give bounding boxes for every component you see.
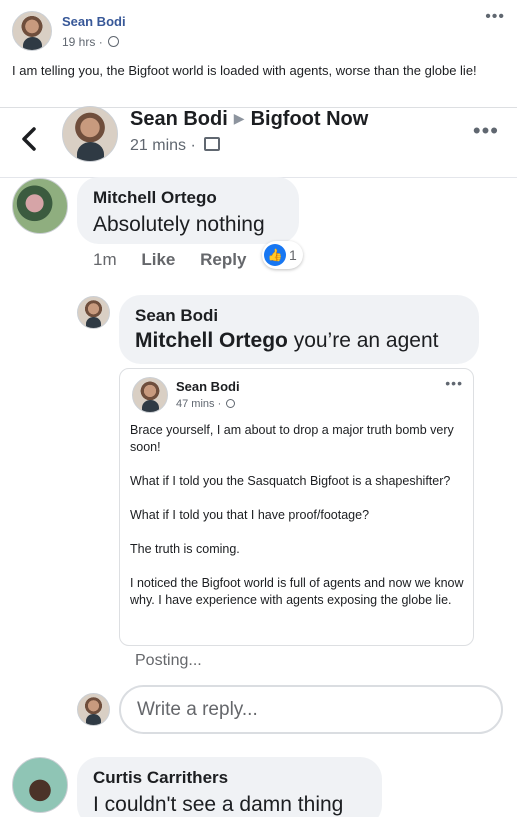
- comment-bubble: Curtis Carrithers I couldn't see a damn …: [77, 757, 382, 817]
- more-options-icon[interactable]: •••: [485, 8, 505, 26]
- shared-post-time[interactable]: 47 mins: [176, 398, 215, 410]
- triangle-right-icon: ▶: [233, 110, 245, 126]
- shared-post-meta: 47 mins ·: [176, 398, 236, 410]
- shared-post-avatar[interactable]: [132, 377, 168, 413]
- outer-post: Sean Bodi 19 hrs · ••• I am telling you,…: [0, 0, 517, 108]
- header-group[interactable]: Bigfoot Now: [251, 108, 369, 130]
- reply-mention[interactable]: Mitchell Ortego: [135, 329, 288, 352]
- reply-bubble: Sean Bodi Mitchell Ortego you’re an agen…: [119, 295, 479, 364]
- reply-line: Mitchell Ortego you’re an agent: [135, 329, 438, 353]
- reply-author[interactable]: Sean Bodi: [135, 306, 218, 326]
- comment-author[interactable]: Curtis Carrithers: [93, 768, 228, 788]
- header-time[interactable]: 21 mins: [130, 137, 186, 154]
- reply-input[interactable]: [119, 685, 503, 734]
- header-author[interactable]: Sean Bodi: [130, 108, 228, 130]
- group-icon: [204, 137, 221, 151]
- shared-post-paragraph: What if I told you that I have proof/foo…: [130, 508, 370, 522]
- shared-post-body: Brace yourself, I am about to drop a maj…: [130, 422, 465, 626]
- thumbs-up-icon: 👍: [264, 244, 286, 266]
- shared-post-card[interactable]: Sean Bodi 47 mins · ••• Brace yourself, …: [119, 368, 474, 646]
- reply-author-avatar[interactable]: [77, 296, 110, 329]
- reply-button[interactable]: Reply: [200, 250, 246, 269]
- shared-post-paragraph: Brace yourself, I am about to drop a maj…: [130, 423, 454, 454]
- shared-post-paragraph: The truth is coming.: [130, 542, 240, 556]
- comment-time[interactable]: 1m: [93, 250, 117, 269]
- globe-icon: [108, 36, 120, 47]
- shared-post-paragraph: I noticed the Bigfoot world is full of a…: [130, 576, 464, 607]
- comment-avatar[interactable]: [12, 178, 68, 234]
- reaction-count: 1: [289, 247, 297, 263]
- outer-post-text: I am telling you, the Bigfoot world is l…: [12, 63, 477, 78]
- header-title: Sean Bodi ▶ Bigfoot Now: [130, 108, 368, 131]
- screenshot-header: Sean Bodi ▶ Bigfoot Now 21 mins · •••: [0, 106, 517, 178]
- outer-post-meta: 19 hrs ·: [62, 35, 120, 49]
- posting-status: Posting...: [135, 652, 202, 669]
- shared-post-author[interactable]: Sean Bodi: [176, 379, 240, 394]
- outer-author-avatar[interactable]: [12, 11, 52, 51]
- comment-text: Absolutely nothing: [93, 213, 265, 236]
- current-user-avatar: [77, 693, 110, 726]
- comment-bubble: Mitchell Ortego Absolutely nothing: [77, 177, 299, 244]
- comment-actions: 1m Like Reply: [93, 250, 266, 270]
- reply-text: you’re an agent: [287, 329, 439, 352]
- like-button[interactable]: Like: [141, 250, 175, 269]
- back-arrow-icon[interactable]: [18, 123, 40, 155]
- outer-post-time[interactable]: 19 hrs: [62, 35, 95, 49]
- globe-icon: [226, 399, 236, 408]
- comment-author[interactable]: Mitchell Ortego: [93, 188, 217, 208]
- shared-post-paragraph: What if I told you the Sasquatch Bigfoot…: [130, 474, 451, 488]
- reaction-badge[interactable]: 👍 1: [262, 241, 303, 269]
- card-more-icon[interactable]: •••: [445, 375, 463, 391]
- header-meta: 21 mins ·: [130, 137, 221, 155]
- header-author-avatar[interactable]: [62, 106, 118, 162]
- comment-text: I couldn't see a damn thing: [93, 793, 344, 816]
- header-more-icon[interactable]: •••: [473, 118, 499, 144]
- comment-avatar[interactable]: [12, 757, 68, 813]
- outer-author-name[interactable]: Sean Bodi: [62, 14, 126, 29]
